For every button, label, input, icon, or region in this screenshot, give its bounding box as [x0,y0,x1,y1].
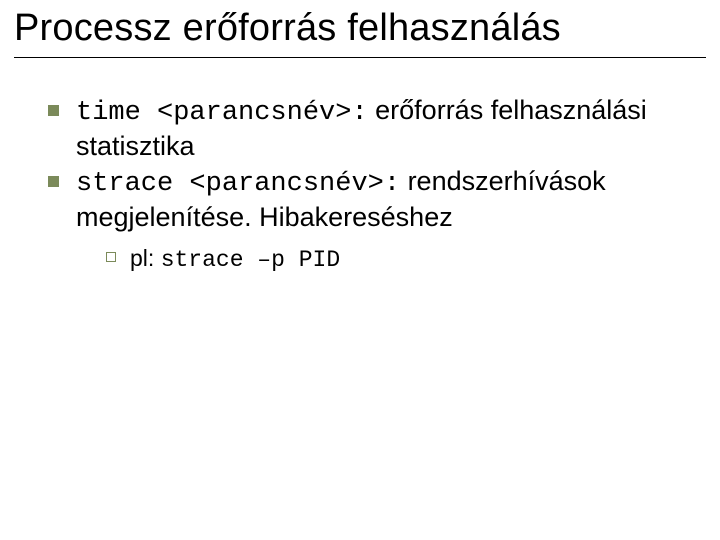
sub-bullet-item: pl: strace –p PID [102,244,686,274]
slide: Processz erőforrás felhasználás time <pa… [0,0,720,540]
bullet-item: time <parancsnév>: erőforrás felhasználá… [44,94,686,163]
slide-body: time <parancsnév>: erőforrás felhasználá… [0,58,720,274]
bullet-code: strace <parancsnév>: [76,169,400,199]
bullet-code: time <parancsnév>: [76,98,368,128]
sub-bullet-code: strace –p PID [161,247,340,273]
slide-title: Processz erőforrás felhasználás [14,6,706,51]
bullet-list: time <parancsnév>: erőforrás felhasználá… [44,94,686,274]
sub-bullet-lead: pl: [130,245,161,271]
sub-bullet-list: pl: strace –p PID [76,244,686,274]
bullet-item: strace <parancsnév>: rendszerhívások meg… [44,165,686,274]
title-wrap: Processz erőforrás felhasználás [0,0,720,58]
